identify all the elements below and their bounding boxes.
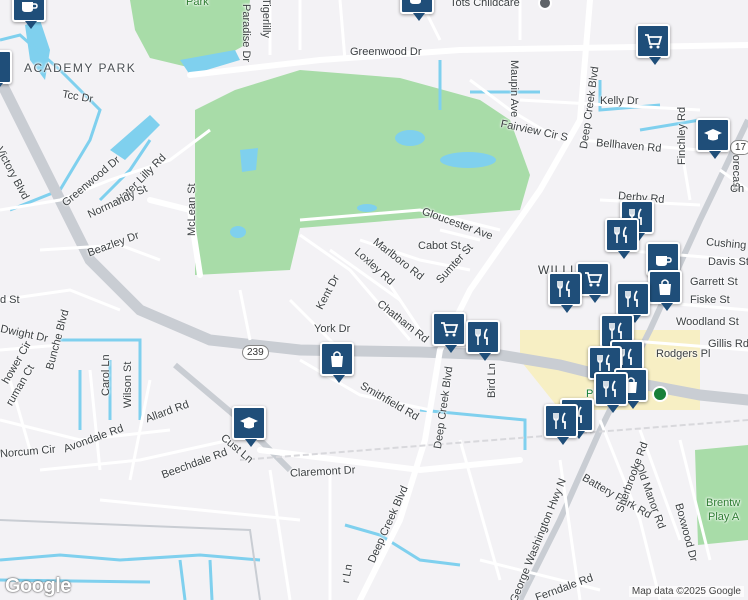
shopping-bag-icon <box>331 351 343 367</box>
shopping-cart-icon <box>585 272 603 287</box>
bird-ln-label: Bird Ln <box>486 363 498 398</box>
marker-shopping-east[interactable] <box>648 270 682 311</box>
play-area-label: Play A <box>708 511 740 523</box>
marker-grocery-top[interactable] <box>636 24 670 65</box>
greenwood-dr-top-label: Greenwood Dr <box>350 46 422 58</box>
fork-knife-icon <box>475 328 488 345</box>
maupin-ave-label: Maupin Ave <box>508 60 520 118</box>
marker-grocery-chatham[interactable] <box>432 312 466 353</box>
cabot-st-label: Cabot St <box>418 240 461 252</box>
coffee-cup-icon <box>22 2 38 12</box>
shopping-cart-icon <box>441 322 459 337</box>
york-dr-label: York Dr <box>314 323 351 335</box>
graduation-cap-icon <box>704 129 722 141</box>
carol-ln-label: Carol Ln <box>100 354 112 396</box>
fork-knife-icon <box>603 380 616 397</box>
fork-knife-icon <box>625 290 638 307</box>
woodland-st-label: Woodland St <box>676 316 739 328</box>
tots-childcare-label: Tots Childcare <box>450 0 520 9</box>
fork-knife-icon <box>557 280 570 297</box>
map-data-attribution: Map data ©2025 Google <box>628 586 744 597</box>
gillis-rd-label: Gillis Rd <box>708 338 748 350</box>
route-17-shield: 17 <box>730 140 748 155</box>
park-label-top: Park <box>186 0 209 8</box>
paradise-label: Paradise Dr <box>240 4 252 63</box>
kelly-dr-label: Kelly Dr <box>600 95 639 107</box>
garrett-st-label: Garrett St <box>690 276 738 288</box>
marker-restaurant-10[interactable] <box>544 404 578 445</box>
google-logo: Google <box>5 575 71 597</box>
mclean-st-label: McLean St <box>186 183 198 236</box>
davis-st-label: Davis St <box>708 256 748 268</box>
tigerlilly-label: Tigerlilly <box>260 0 272 38</box>
park-dot-plan[interactable] <box>652 386 668 402</box>
marker-restaurant-bird[interactable] <box>466 320 500 361</box>
marker-cafe-tots[interactable] <box>400 0 434 21</box>
marker-school-east[interactable] <box>696 118 730 159</box>
ch-label: Ch <box>730 183 745 195</box>
marker-shopping-york[interactable] <box>320 342 354 383</box>
fork-knife-icon <box>614 226 627 243</box>
marker-restaurant-2[interactable] <box>605 218 639 259</box>
fork-knife-icon <box>597 354 610 371</box>
coffee-cup-icon <box>410 0 421 4</box>
brentwood-label: Brentw <box>706 497 741 509</box>
d-st-label: d St <box>0 294 20 306</box>
marker-restaurant-3[interactable] <box>548 272 582 313</box>
fork-knife-icon <box>553 412 566 429</box>
marker-school-cust[interactable] <box>232 406 266 447</box>
graduation-cap-icon <box>240 417 258 429</box>
marker-cafe-topleft[interactable] <box>12 0 46 29</box>
academy-park-label: ACADEMY PARK <box>24 61 137 75</box>
wilson-st-label: Wilson St <box>122 361 134 408</box>
marker-left-edge[interactable] <box>0 50 12 91</box>
finchley-rd-label: Finchley Rd <box>676 106 688 165</box>
shopping-cart-icon <box>645 34 663 49</box>
fiske-st-label: Fiske St <box>690 294 730 306</box>
coffee-cup-icon <box>656 256 672 266</box>
fork-knife-icon <box>609 322 622 339</box>
marker-restaurant-4[interactable] <box>616 282 650 323</box>
rodgers-pl-label: Rodgers Pl <box>656 348 711 360</box>
marker-restaurant-8[interactable] <box>594 372 628 413</box>
map-canvas[interactable]: Park Tigerlilly Paradise Dr Tots Childca… <box>0 0 748 600</box>
route-239-shield: 239 <box>242 345 269 360</box>
shopping-bag-icon <box>659 279 671 295</box>
